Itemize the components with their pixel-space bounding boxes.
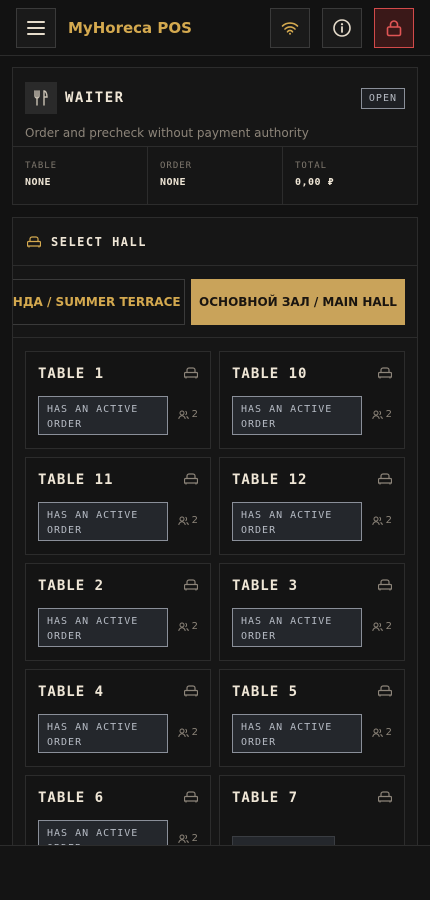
table-card[interactable]: TABLE 10 HAS AN ACTIVE ORDER 2 (219, 351, 405, 449)
armchair-icon (378, 791, 392, 803)
guest-count-value: 2 (191, 409, 198, 420)
order-status-badge: HAS AN ACTIVE ORDER (232, 714, 362, 753)
armchair-icon (27, 235, 41, 247)
users-icon (177, 834, 189, 843)
status-badge: OPEN (360, 87, 405, 109)
table-name: TABLE 6 (38, 790, 105, 806)
table-name: TABLE 12 (232, 472, 308, 488)
stat-value: NONE (160, 177, 187, 188)
users-icon (371, 622, 383, 631)
users-icon (371, 516, 383, 525)
table-name: TABLE 10 (232, 366, 308, 382)
stat-label: ORDER (160, 161, 193, 171)
guest-count: 2 (371, 621, 392, 632)
table-card[interactable]: TABLE 5 HAS AN ACTIVE ORDER 2 (219, 669, 405, 767)
users-icon (177, 410, 189, 419)
top-bar: MyHoreca POS (0, 0, 430, 56)
app-title: MyHoreca POS (68, 18, 192, 37)
role-stats: TABLE NONE ORDER NONE TOTAL 0,00 ₽ (13, 146, 417, 205)
order-status-badge: HAS AN ACTIVE ORDER (38, 714, 168, 753)
table-name: TABLE 2 (38, 578, 105, 594)
order-status-badge: HAS AN ACTIVE ORDER (232, 396, 362, 435)
guest-count: 2 (371, 515, 392, 526)
stat-label: TABLE (25, 161, 58, 171)
users-icon (371, 728, 383, 737)
guest-count: 2 (371, 727, 392, 738)
guest-count-value: 2 (385, 515, 392, 526)
table-name: TABLE 4 (38, 684, 105, 700)
guest-count: 2 (371, 409, 392, 420)
armchair-icon (378, 685, 392, 697)
wifi-button[interactable] (270, 7, 310, 48)
lock-icon (386, 19, 402, 36)
bottom-bar (0, 845, 430, 900)
armchair-icon (184, 685, 198, 697)
order-status-badge: HAS AN ACTIVE ORDER (232, 502, 362, 541)
guest-count-value: 2 (385, 727, 392, 738)
guest-count: 2 (177, 833, 198, 844)
tab-summer-terrace[interactable]: ВЕРАНДА / SUMMER TERRACE (13, 279, 185, 325)
armchair-icon (184, 473, 198, 485)
guest-count: 2 (177, 621, 198, 632)
stat-value: NONE (25, 177, 52, 188)
armchair-icon (378, 473, 392, 485)
fork-knife-icon (34, 90, 48, 106)
wifi-icon (281, 21, 299, 35)
role-icon-box (25, 82, 57, 114)
table-card[interactable]: TABLE 2 HAS AN ACTIVE ORDER 2 (25, 563, 211, 661)
hall-tabs: ВЕРАНДА / SUMMER TERRACE ОСНОВНОЙ ЗАЛ / … (13, 266, 417, 338)
hall-title: SELECT HALL (51, 234, 147, 249)
lock-button[interactable] (374, 7, 414, 48)
stat-order: ORDER NONE (148, 147, 283, 205)
users-icon (177, 516, 189, 525)
users-icon (177, 728, 189, 737)
order-status-badge: HAS AN ACTIVE ORDER (38, 608, 168, 647)
table-card[interactable]: TABLE 3 HAS AN ACTIVE ORDER 2 (219, 563, 405, 661)
table-name: TABLE 11 (38, 472, 114, 488)
guest-count: 2 (177, 515, 198, 526)
info-icon (333, 18, 351, 37)
order-status-badge: HAS AN ACTIVE ORDER (232, 608, 362, 647)
guest-count-value: 2 (191, 727, 198, 738)
guest-count-value: 2 (191, 621, 198, 632)
role-description: Order and precheck without payment autho… (25, 126, 309, 140)
stat-table: TABLE NONE (13, 147, 148, 205)
stat-total: TOTAL 0,00 ₽ (283, 147, 417, 205)
users-icon (371, 410, 383, 419)
users-icon (177, 622, 189, 631)
guest-count-value: 2 (191, 833, 198, 844)
guest-count-value: 2 (385, 409, 392, 420)
stat-label: TOTAL (295, 161, 328, 171)
armchair-icon (184, 791, 198, 803)
table-card[interactable]: TABLE 1 HAS AN ACTIVE ORDER 2 (25, 351, 211, 449)
hall-panel: SELECT HALL ВЕРАНДА / SUMMER TERRACE ОСН… (12, 217, 418, 900)
role-name: WAITER (65, 90, 125, 106)
menu-icon (27, 20, 45, 35)
table-card[interactable]: TABLE 4 HAS AN ACTIVE ORDER 2 (25, 669, 211, 767)
table-name: TABLE 3 (232, 578, 299, 594)
tab-main-hall[interactable]: ОСНОВНОЙ ЗАЛ / MAIN HALL (191, 279, 405, 325)
table-name: TABLE 7 (232, 790, 299, 806)
table-card[interactable]: TABLE 11 HAS AN ACTIVE ORDER 2 (25, 457, 211, 555)
tab-label: ВЕРАНДА / SUMMER TERRACE (13, 295, 181, 309)
menu-button[interactable] (16, 7, 56, 48)
role-panel: WAITER OPEN Order and precheck without p… (12, 67, 418, 205)
armchair-icon (378, 579, 392, 591)
table-name: TABLE 5 (232, 684, 299, 700)
armchair-icon (184, 579, 198, 591)
guest-count: 2 (177, 727, 198, 738)
info-button[interactable] (322, 7, 362, 48)
guest-count-value: 2 (191, 515, 198, 526)
stat-value: 0,00 ₽ (295, 177, 335, 188)
armchair-icon (378, 367, 392, 379)
order-status-badge: HAS AN ACTIVE ORDER (38, 396, 168, 435)
table-card[interactable]: TABLE 12 HAS AN ACTIVE ORDER 2 (219, 457, 405, 555)
tab-label: ОСНОВНОЙ ЗАЛ / MAIN HALL (199, 295, 397, 309)
guest-count-value: 2 (385, 621, 392, 632)
order-status-badge: HAS AN ACTIVE ORDER (38, 502, 168, 541)
armchair-icon (184, 367, 198, 379)
table-name: TABLE 1 (38, 366, 105, 382)
guest-count: 2 (177, 409, 198, 420)
